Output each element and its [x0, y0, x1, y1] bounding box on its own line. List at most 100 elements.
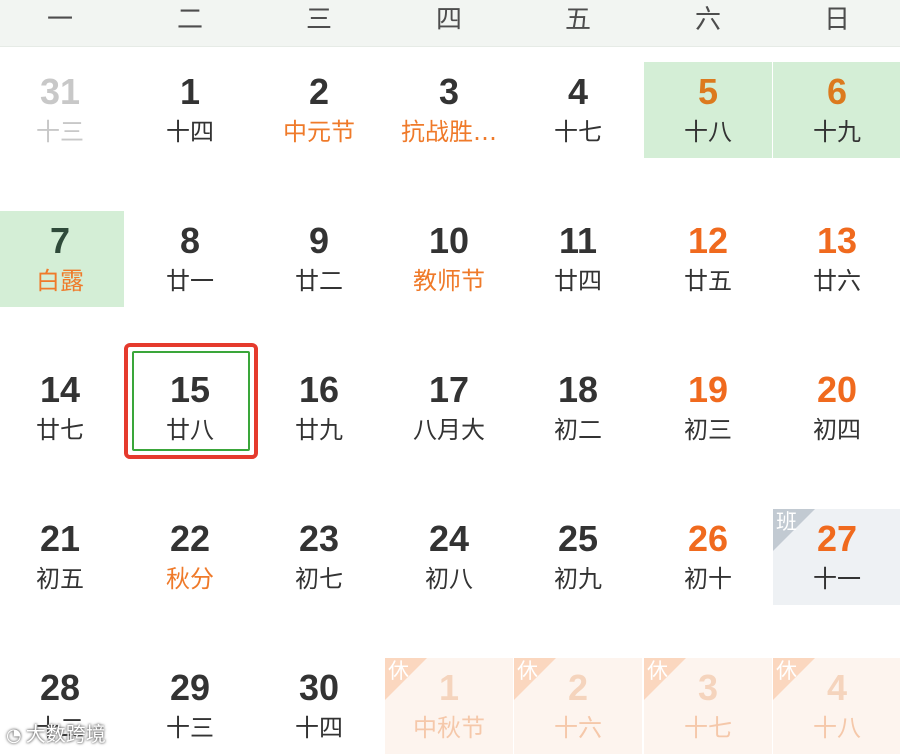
- lunar-date: 秋分: [166, 565, 214, 593]
- weekday-label: 二: [176, 5, 203, 35]
- day-number: 29: [169, 667, 211, 708]
- today-marker: [132, 351, 250, 451]
- calendar-day-cell[interactable]: 30 十四: [255, 658, 383, 754]
- lunar-date: 初三: [684, 416, 732, 444]
- day-number: 2: [308, 71, 330, 112]
- lunar-date: 初十: [684, 565, 732, 593]
- weekday-label: 三: [305, 5, 332, 35]
- day-number: 26: [687, 518, 729, 559]
- lunar-date: 八月大: [413, 416, 485, 444]
- lunar-date: 十七: [554, 118, 602, 146]
- lunar-date: 初四: [813, 416, 861, 444]
- lunar-date: 廿九: [295, 416, 343, 444]
- lunar-date: 廿六: [813, 267, 861, 295]
- day-number: 12: [687, 220, 729, 261]
- day-number: 25: [557, 518, 599, 559]
- lunar-date: 廿二: [295, 267, 343, 295]
- weekday-label: 四: [435, 5, 462, 35]
- day-number: 21: [39, 518, 81, 559]
- day-number: 6: [826, 71, 848, 112]
- calendar-day-cell[interactable]: 14 廿七: [0, 360, 124, 456]
- lunar-date: 十七: [684, 714, 732, 742]
- lunar-date: 初二: [554, 416, 602, 444]
- calendar-day-cell[interactable]: 7 白露: [0, 211, 124, 307]
- lunar-date: 初九: [554, 565, 602, 593]
- calendar-day-cell[interactable]: 20 初四: [773, 360, 900, 456]
- weekday-label: 一: [46, 5, 73, 35]
- calendar-day-cell[interactable]: 2 中元节: [255, 62, 383, 158]
- lunar-date: 十九: [813, 118, 861, 146]
- calendar-day-cell[interactable]: 12 廿五: [644, 211, 772, 307]
- lunar-date: 廿七: [36, 416, 84, 444]
- calendar-day-cell[interactable]: 休 2 十六: [514, 658, 642, 754]
- day-number: 28: [39, 667, 81, 708]
- calendar-day-cell[interactable]: 16 廿九: [255, 360, 383, 456]
- day-number: 13: [816, 220, 858, 261]
- lunar-date: 十八: [684, 118, 732, 146]
- lunar-date: 十六: [554, 714, 602, 742]
- weekday-label: 五: [564, 5, 591, 35]
- calendar-day-cell[interactable]: 11 廿四: [514, 211, 642, 307]
- lunar-date: 廿五: [684, 267, 732, 295]
- day-number: 3: [438, 71, 460, 112]
- calendar-day-cell[interactable]: 班 27 十一: [773, 509, 900, 605]
- day-number: 19: [687, 369, 729, 410]
- calendar-day-cell[interactable]: 25 初九: [514, 509, 642, 605]
- calendar-day-cell[interactable]: 5 十八: [644, 62, 772, 158]
- day-number: 4: [567, 71, 589, 112]
- calendar-day-cell[interactable]: 6 十九: [773, 62, 900, 158]
- calendar-day-cell[interactable]: 4 十七: [514, 62, 642, 158]
- calendar-day-cell[interactable]: 31 十三: [0, 62, 124, 158]
- calendar-day-cell[interactable]: 休 1 中秋节: [385, 658, 513, 754]
- calendar-day-cell[interactable]: 9 廿二: [255, 211, 383, 307]
- day-number: 1: [438, 667, 460, 708]
- calendar-day-cell[interactable]: 17 八月大: [385, 360, 513, 456]
- calendar-day-cell[interactable]: 23 初七: [255, 509, 383, 605]
- day-number: 5: [697, 71, 719, 112]
- lunar-date: 十四: [166, 118, 214, 146]
- calendar-day-cell[interactable]: 休 3 十七: [644, 658, 772, 754]
- day-number: 22: [169, 518, 211, 559]
- day-number: 31: [39, 71, 81, 112]
- day-number: 1: [179, 71, 201, 112]
- calendar-day-cell[interactable]: 29 十三: [126, 658, 254, 754]
- calendar-day-cell[interactable]: 1 十四: [126, 62, 254, 158]
- calendar-day-cell[interactable]: 18 初二: [514, 360, 642, 456]
- day-number: 16: [298, 369, 340, 410]
- lunar-date: 廿一: [166, 267, 214, 295]
- lunar-date: 教师节: [413, 267, 485, 295]
- lunar-date: 廿四: [554, 267, 602, 295]
- day-number: 14: [39, 369, 81, 410]
- day-number: 23: [298, 518, 340, 559]
- day-number: 27: [816, 518, 858, 559]
- calendar-day-cell[interactable]: 21 初五: [0, 509, 124, 605]
- watermark-text: 大数跨境: [25, 722, 106, 746]
- day-number: 4: [826, 667, 848, 708]
- lunar-date: 初七: [295, 565, 343, 593]
- lunar-date: 中秋节: [413, 714, 485, 742]
- selected-day-highlight: [124, 343, 258, 459]
- lunar-date: 十八: [813, 714, 861, 742]
- calendar-day-cell[interactable]: 3 抗战胜…: [385, 62, 513, 158]
- calendar-day-cell[interactable]: 26 初十: [644, 509, 772, 605]
- lunar-date: 十一: [813, 565, 861, 593]
- calendar-day-cell[interactable]: 8 廿一: [126, 211, 254, 307]
- lunar-date: 十三: [166, 714, 214, 742]
- weekday-label: 六: [694, 5, 721, 35]
- lunar-date: 十四: [295, 714, 343, 742]
- watermark: ◔ 大数跨境: [6, 718, 106, 747]
- day-number: 3: [697, 667, 719, 708]
- day-number: 18: [557, 369, 599, 410]
- day-number: 9: [308, 220, 330, 261]
- camera-icon: ◔: [6, 725, 22, 746]
- calendar-day-cell[interactable]: 19 初三: [644, 360, 772, 456]
- day-number: 17: [428, 369, 470, 410]
- calendar-day-cell[interactable]: 24 初八: [385, 509, 513, 605]
- day-number: 30: [298, 667, 340, 708]
- calendar-day-cell[interactable]: 10 教师节: [385, 211, 513, 307]
- weekday-label: 日: [823, 5, 850, 35]
- lunar-date: 十三: [36, 118, 84, 146]
- calendar-day-cell[interactable]: 休 4 十八: [773, 658, 900, 754]
- calendar-day-cell[interactable]: 13 廿六: [773, 211, 900, 307]
- calendar-day-cell[interactable]: 22 秋分: [126, 509, 254, 605]
